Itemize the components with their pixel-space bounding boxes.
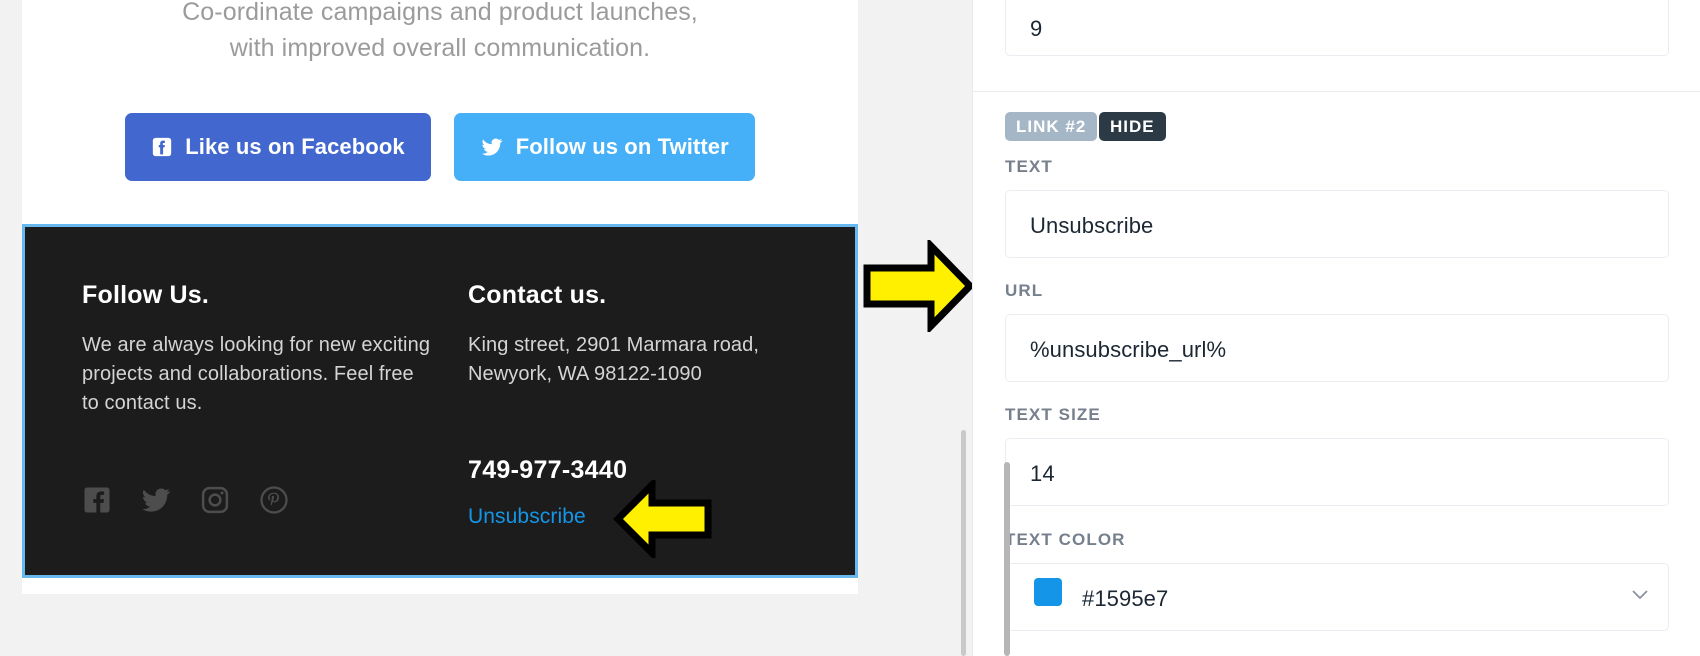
intro-line-1: Co-ordinate campaigns and product launch…	[182, 0, 698, 26]
app-root: Co-ordinate campaigns and product launch…	[0, 0, 1700, 656]
social-button-row: Like us on Facebook Follow us on Twitter	[22, 113, 858, 181]
twitter-icon	[480, 136, 504, 158]
intro-line-2: with improved overall communication.	[229, 34, 651, 62]
footer-social-icons	[82, 485, 289, 520]
contact-phone: 749-977-3440	[468, 456, 628, 484]
text-field-input[interactable]: Unsubscribe	[1005, 190, 1669, 258]
preview-scrollbar[interactable]	[961, 430, 966, 656]
text-size-field-label: TEXT SIZE	[1005, 405, 1101, 424]
chevron-down-icon[interactable]	[1632, 586, 1648, 600]
text-size-field-value: 14	[1030, 461, 1055, 486]
text-color-swatch[interactable]	[1034, 578, 1062, 606]
pre-footer-section: Co-ordinate campaigns and product launch…	[22, 0, 858, 181]
unsubscribe-link[interactable]: Unsubscribe	[468, 505, 586, 529]
text-field-label: TEXT	[1005, 157, 1053, 176]
like-us-on-facebook-button[interactable]: Like us on Facebook	[125, 113, 431, 181]
previous-field-input[interactable]: 9	[1005, 0, 1669, 56]
properties-panel-scrollbar[interactable]	[1004, 462, 1010, 656]
contact-us-column: Contact us. King street, 2901 Marmara ro…	[468, 281, 818, 389]
follow-us-heading: Follow Us.	[82, 281, 209, 309]
text-size-field-input[interactable]: 14	[1005, 438, 1669, 506]
link-2-badge[interactable]: LINK #2	[1005, 112, 1098, 141]
url-field-label: URL	[1005, 281, 1044, 300]
text-color-field-label: TEXT COLOR	[1005, 530, 1126, 549]
properties-panel: 9 LINK #2 HIDE TEXT Unsubscribe URL %uns…	[972, 0, 1700, 656]
section-divider	[973, 91, 1700, 92]
contact-us-heading: Contact us.	[468, 281, 607, 309]
email-preview-canvas[interactable]: Co-ordinate campaigns and product launch…	[0, 0, 972, 656]
hide-button[interactable]: HIDE	[1099, 112, 1166, 141]
url-field-input[interactable]: %unsubscribe_url%	[1005, 314, 1669, 382]
footer-block-selected[interactable]: Follow Us. We are always looking for new…	[22, 224, 858, 578]
facebook-icon[interactable]	[82, 485, 112, 520]
text-color-field-value: #1595e7	[1082, 586, 1169, 611]
follow-us-body: We are always looking for new exciting p…	[82, 334, 431, 414]
facebook-button-label: Like us on Facebook	[185, 134, 405, 159]
contact-address: King street, 2901 Marmara road, Newyork,…	[468, 331, 818, 389]
twitter-icon[interactable]	[141, 485, 171, 520]
footer-dark-background: Follow Us. We are always looking for new…	[25, 227, 855, 575]
pinterest-icon[interactable]	[259, 485, 289, 520]
facebook-icon	[151, 136, 173, 158]
follow-us-on-twitter-button[interactable]: Follow us on Twitter	[453, 113, 755, 181]
contact-address-line-2: Newyork, WA 98122-1090	[468, 363, 702, 385]
follow-us-column: Follow Us. We are always looking for new…	[82, 281, 432, 418]
twitter-button-label: Follow us on Twitter	[515, 134, 729, 159]
properties-panel-content: 9 LINK #2 HIDE TEXT Unsubscribe URL %uns…	[973, 0, 1700, 656]
previous-field-value: 9	[1030, 16, 1043, 41]
instagram-icon[interactable]	[200, 485, 230, 520]
url-field-value: %unsubscribe_url%	[1030, 337, 1227, 362]
contact-address-line-1: King street, 2901 Marmara road,	[468, 334, 760, 356]
text-field-value: Unsubscribe	[1030, 213, 1154, 238]
text-color-field-input[interactable]: #1595e7	[1005, 563, 1669, 631]
